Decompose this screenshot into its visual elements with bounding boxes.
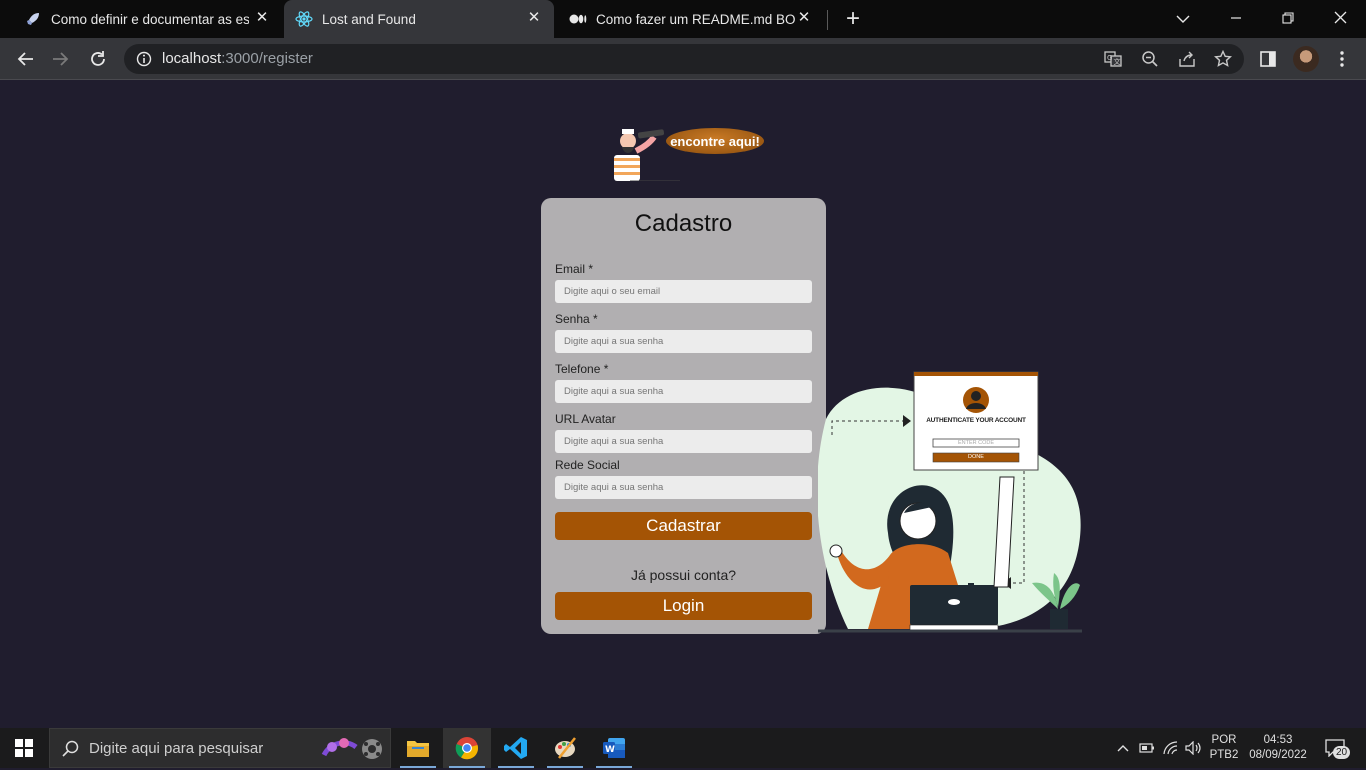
new-tab-button[interactable]: + [842,7,864,31]
close-window-button[interactable] [1329,8,1351,30]
react-icon [295,10,313,28]
login-button[interactable]: Login [555,592,812,620]
restore-button[interactable] [1277,8,1299,30]
email-label: Email * [555,262,594,276]
show-hidden-icons-icon[interactable] [1113,728,1133,768]
phone-input[interactable] [555,380,812,403]
auth-code-placeholder: ENTER CODE [957,440,995,446]
register-page: encontre aqui! Cadastro Email * Senha * … [0,81,1366,728]
tab-strip: Como definir e documentar as espe ✕ Lost… [0,0,1366,38]
register-form-card: Cadastro Email * Senha * Telefone * URL … [541,198,826,634]
tab-2[interactable]: Lost and Found ✕ [284,0,554,38]
close-tab-icon[interactable]: ✕ [254,10,270,26]
language-indicator[interactable]: POR PTB2 [1207,728,1241,768]
info-icon[interactable] [136,51,152,72]
close-tab-icon[interactable]: ✕ [796,10,812,26]
tab-search-icon[interactable] [1172,8,1194,30]
social-input[interactable] [555,476,812,499]
tab-3[interactable]: Como fazer um README.md BONIT/ ✕ [558,0,824,38]
clock[interactable]: 04:53 08/09/2022 [1245,728,1311,768]
address-bar[interactable]: localhost:3000/register G文 [124,44,1244,74]
form-title: Cadastro [634,210,733,237]
file-explorer-icon[interactable] [394,728,442,768]
notification-count: 20 [1333,746,1351,759]
svg-text:文: 文 [1114,57,1121,66]
social-label: Rede Social [555,458,620,472]
taskbar-search[interactable]: Digite aqui para pesquisar [49,728,391,768]
share-icon[interactable] [1178,50,1196,68]
keyboard-layout: PTB2 [1209,749,1239,761]
paint-icon[interactable] [541,728,589,768]
authentication-illustration: AUTHENTICATE YOUR ACCOUNT ENTER CODE DON… [817,367,1088,637]
tab-divider [827,10,828,30]
avatar-url-label: URL Avatar [555,412,616,426]
windows-start-icon[interactable] [0,728,48,768]
search-icon [62,740,80,763]
url-path: :3000/register [221,50,313,67]
tab-1[interactable]: Como definir e documentar as espe ✕ [14,0,282,38]
have-account-text: Já possui conta? [630,567,737,583]
language-code: POR [1211,734,1237,746]
notification-center-icon[interactable]: 20 [1320,728,1351,768]
url-host: localhost [162,50,222,67]
password-input[interactable] [555,330,812,353]
close-tab-icon[interactable]: ✕ [526,10,542,26]
clock-date: 08/09/2022 [1249,749,1307,761]
forward-icon[interactable] [50,48,72,70]
profile-avatar[interactable] [1293,46,1319,72]
search-placeholder: Digite aqui para pesquisar [89,740,264,757]
tab-title: Como fazer um README.md BONIT/ [596,11,796,27]
phone-label: Telefone * [555,362,609,376]
url-text: localhost:3000/register [162,50,313,67]
volume-icon[interactable] [1184,728,1204,768]
svg-text:W: W [605,745,615,755]
register-button[interactable]: Cadastrar [555,512,812,540]
avatar-url-input[interactable] [555,430,812,453]
translate-icon[interactable]: G文 [1104,50,1122,68]
back-icon[interactable] [14,48,36,70]
menu-icon[interactable] [1331,48,1353,70]
reload-icon[interactable] [87,48,109,70]
site-logo[interactable]: encontre aqui! [610,125,770,181]
email-input[interactable] [555,280,812,303]
vscode-icon[interactable] [492,728,540,768]
svg-text:G: G [1107,54,1112,62]
word-icon[interactable]: W [590,728,638,768]
tab-title: Lost and Found [322,11,416,27]
browser-toolbar: localhost:3000/register G文 [0,38,1366,80]
side-panel-icon[interactable] [1257,48,1279,70]
logo-text: encontre aqui! [666,128,764,154]
clock-time: 04:53 [1263,734,1293,746]
zoom-out-icon[interactable] [1141,50,1159,68]
search-highlight-icon [320,733,386,770]
chrome-icon[interactable] [443,728,491,768]
password-label: Senha * [555,312,598,326]
wifi-icon[interactable] [1161,728,1181,768]
auth-card-title: AUTHENTICATE YOUR ACCOUNT [926,417,1026,424]
bookmark-star-icon[interactable] [1214,50,1232,68]
auth-done-label: DONE [968,454,984,460]
rocket-icon [24,10,42,28]
minimize-button[interactable] [1225,8,1247,30]
windows-taskbar: Digite aqui para pesquisar W POR PTB2 04… [0,728,1366,768]
medium-icon [569,10,587,28]
battery-icon[interactable] [1137,728,1157,768]
tab-title: Como definir e documentar as espe [51,11,249,27]
